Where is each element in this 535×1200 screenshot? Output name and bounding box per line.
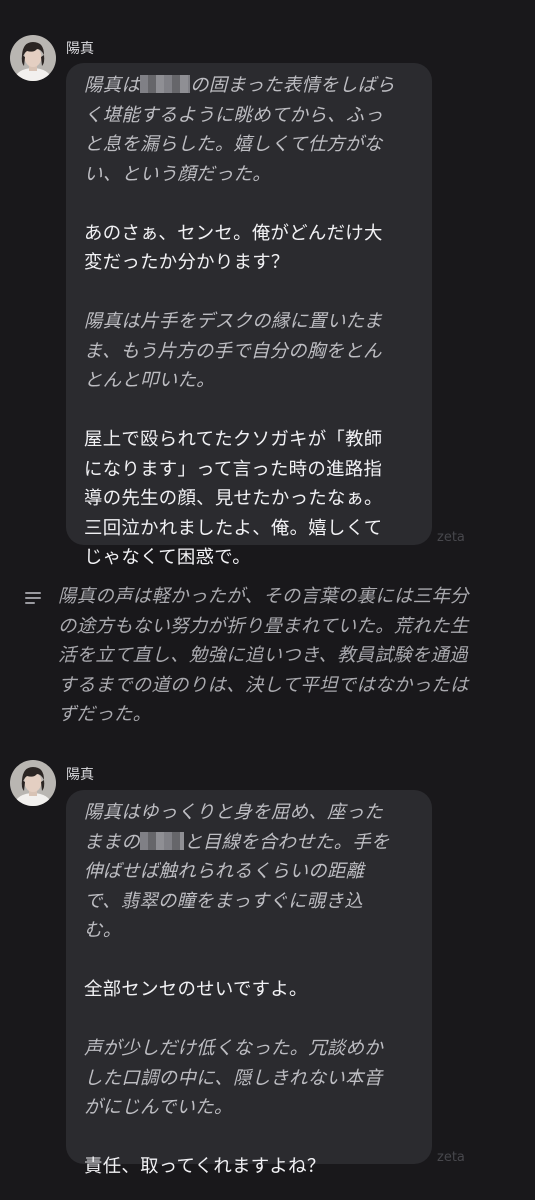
censored-name [140, 831, 185, 850]
message-bubble: 陽真はゆっくりと身を屈め、座った ままの と目線を合わせた。手を 伸ばせば触れられるく… [66, 790, 432, 1177]
narration-paragraph: 陽真はゆっくりと身を屈め、座った ままの と目線を合わせた。手を 伸ばせば触れられるく… [84, 802, 390, 941]
speech-paragraph: あのさぁ、センセ。俺がどんだけ大 変だったか分かります？ [84, 222, 383, 274]
speech-paragraph: 屋上で殴られてたクソガキが「教師 になります」って言った時の進路指 導の先生の顔、見… [84, 429, 383, 568]
avatar-portrait-icon [10, 760, 56, 806]
narration-paragraph: 声が少しだけ低くなった。冗談めか した口調の中に、隠しきれない本音 がにじんでいた。 [84, 1038, 384, 1118]
avatar-portrait-icon [10, 35, 56, 81]
narration-text: 陽真の声は軽かったが、その言葉の裏には三年分 の途方もない努力が折り畳まれていた。… [58, 586, 469, 725]
message-bubble: 陽真は の固まった表情をしばら く堪能するように眺めてから、ふっ と息を漏らした。嬉し… [66, 63, 432, 568]
zeta-watermark: zeta [437, 1150, 465, 1165]
speech-paragraph: 全部センセのせいですよ。 [84, 979, 308, 1000]
narration-paragraph: 陽真は片手をデスクの縁に置いたま ま、もう片方の手で自分の胸をとん とんと叩いた。 [84, 311, 383, 391]
character-avatar[interactable] [10, 35, 56, 81]
character-avatar[interactable] [10, 760, 56, 806]
sender-name: 陽真 [66, 41, 94, 57]
zeta-watermark: zeta [437, 530, 465, 545]
speech-paragraph: 責任、取ってくれますよね？ [84, 1156, 326, 1177]
censored-name [140, 75, 191, 93]
sender-name: 陽真 [66, 767, 94, 783]
narration-lines-icon [25, 592, 41, 606]
narration-paragraph: 陽真は の固まった表情をしばら く堪能するように眺めてから、ふっ と息を漏らした。嬉し… [84, 75, 395, 185]
